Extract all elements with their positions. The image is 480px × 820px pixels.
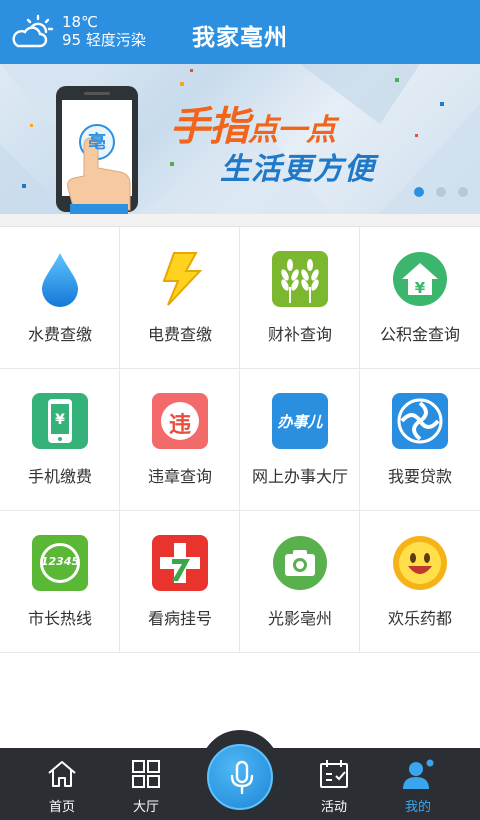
violation-icon: 违: [152, 393, 208, 449]
grid-item-label: 我要贷款: [387, 467, 452, 486]
grid-icon: [132, 760, 160, 788]
grid-item-loan[interactable]: 我要贷款: [360, 369, 480, 511]
nav-label: 大厅: [132, 800, 159, 815]
grid-item-label: 看病挂号: [147, 609, 212, 628]
nav-label: 活动: [320, 800, 347, 815]
grid-item-fun[interactable]: 欢乐药都: [360, 511, 480, 653]
grid-item-label: 公积金查询: [379, 325, 460, 344]
online-office-icon: 办事儿: [272, 393, 328, 449]
microphone-icon: [230, 760, 254, 795]
grid-item-photo[interactable]: 光影亳州: [240, 511, 360, 653]
nav-label: 我的: [404, 800, 431, 815]
phone-badge: 亳: [88, 132, 106, 153]
grid-item-subsidy[interactable]: 财补查询: [240, 227, 360, 369]
grid-item-label: 市长热线: [27, 609, 92, 628]
water-drop-icon: [42, 253, 78, 307]
grid-item-label: 欢乐药都: [387, 609, 452, 628]
grid-item-label: 电费查缴: [147, 325, 212, 344]
nav-label: 首页: [48, 800, 75, 815]
home-icon: [48, 761, 76, 787]
nav-activity[interactable]: 活动: [294, 748, 374, 820]
medical-icon: [152, 535, 208, 591]
banner-slogan-line2: 生活更方便: [220, 152, 375, 187]
page-title: 我家亳州: [192, 25, 288, 51]
grid-item-housing-fund[interactable]: ¥ 公积金查询: [360, 227, 480, 369]
promo-banner[interactable]: 手指点一点 生活更方便 亳: [0, 64, 480, 214]
grid-item-electric[interactable]: 电费查缴: [120, 227, 240, 369]
service-grid: 水费查缴 电费查缴 财补查询 ¥ 公积金查询 ¥ 手机缴费 违 违章查询 办事儿…: [0, 226, 480, 653]
grid-item-hotline[interactable]: 12345 市长热线: [0, 511, 120, 653]
grid-item-online-office[interactable]: 办事儿 网上办事大厅: [240, 369, 360, 511]
page-dot-3[interactable]: [458, 187, 468, 197]
grid-item-medical[interactable]: 看病挂号: [120, 511, 240, 653]
banner-pagination: [410, 187, 470, 199]
wheat-icon: [272, 251, 328, 307]
lightning-icon: [162, 252, 203, 306]
nav-home[interactable]: 首页: [22, 748, 102, 820]
nav-mine[interactable]: 我的: [378, 748, 458, 820]
grid-item-violation[interactable]: 违 违章查询: [120, 369, 240, 511]
page-dot-2[interactable]: [436, 187, 446, 197]
top-header: 18℃ 95 轻度污染 我家亳州: [0, 0, 480, 64]
smiley-icon: [393, 536, 447, 590]
loan-icon: [392, 393, 448, 449]
section-divider: [0, 214, 480, 226]
app-screen: 18℃ 95 轻度污染 我家亳州 手指点一点 生活更方便 亳 水费查缴 电费查缴…: [0, 0, 480, 820]
voice-button[interactable]: [207, 744, 273, 810]
grid-item-label: 水费查缴: [27, 325, 92, 344]
camera-icon: [273, 536, 327, 590]
grid-item-label: 手机缴费: [27, 467, 92, 486]
grid-item-label: 违章查询: [147, 467, 212, 486]
grid-item-label: 财补查询: [267, 325, 332, 344]
svg-text:¥: ¥: [415, 279, 426, 297]
user-icon: [403, 759, 434, 789]
grid-item-label: 网上办事大厅: [251, 467, 348, 486]
nav-hall[interactable]: 大厅: [106, 748, 186, 820]
grid-item-label: 光影亳州: [267, 609, 332, 628]
page-dot-1[interactable]: [414, 187, 424, 197]
calendar-icon: [320, 760, 348, 788]
grid-item-water[interactable]: 水费查缴: [0, 227, 120, 369]
grid-item-phone-bill[interactable]: ¥ 手机缴费: [0, 369, 120, 511]
house-yuan-icon: ¥: [393, 252, 447, 306]
phone-yuan-icon: ¥: [32, 393, 88, 449]
svg-text:¥: ¥: [55, 412, 65, 428]
hotline-icon: 12345: [32, 535, 88, 591]
voice-button-wrap: [200, 730, 280, 820]
